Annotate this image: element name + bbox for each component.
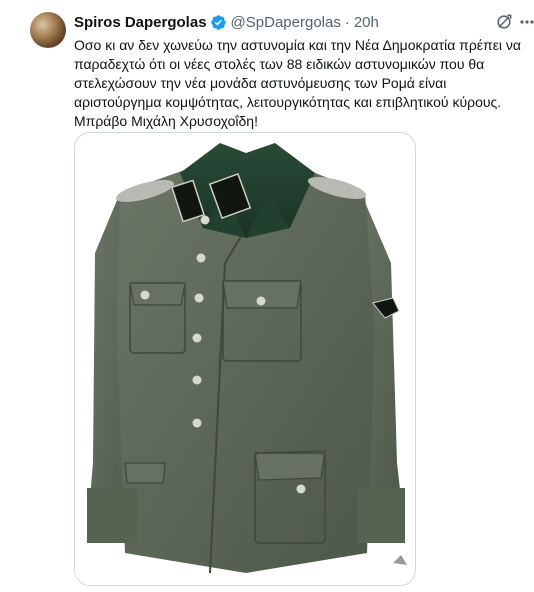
- tweet[interactable]: Spiros Dapergolas @SpDapergolas · 20h Οσ…: [0, 0, 534, 592]
- tweet-media-image[interactable]: [74, 132, 416, 586]
- more-icon[interactable]: [519, 12, 534, 32]
- handle[interactable]: @SpDapergolas: [231, 14, 341, 31]
- display-name[interactable]: Spiros Dapergolas: [74, 14, 207, 31]
- tweet-text: Οσο κι αν δεν χωνεύω την αστυνομία και τ…: [74, 37, 522, 129]
- grok-icon[interactable]: [494, 12, 514, 32]
- uniform-jacket-image: [75, 133, 415, 585]
- separator-dot: ·: [344, 13, 350, 31]
- timestamp[interactable]: 20h: [354, 14, 379, 31]
- avatar[interactable]: [30, 12, 66, 48]
- verified-badge-icon: [210, 14, 227, 31]
- tweet-header: Spiros Dapergolas @SpDapergolas · 20h: [74, 12, 379, 32]
